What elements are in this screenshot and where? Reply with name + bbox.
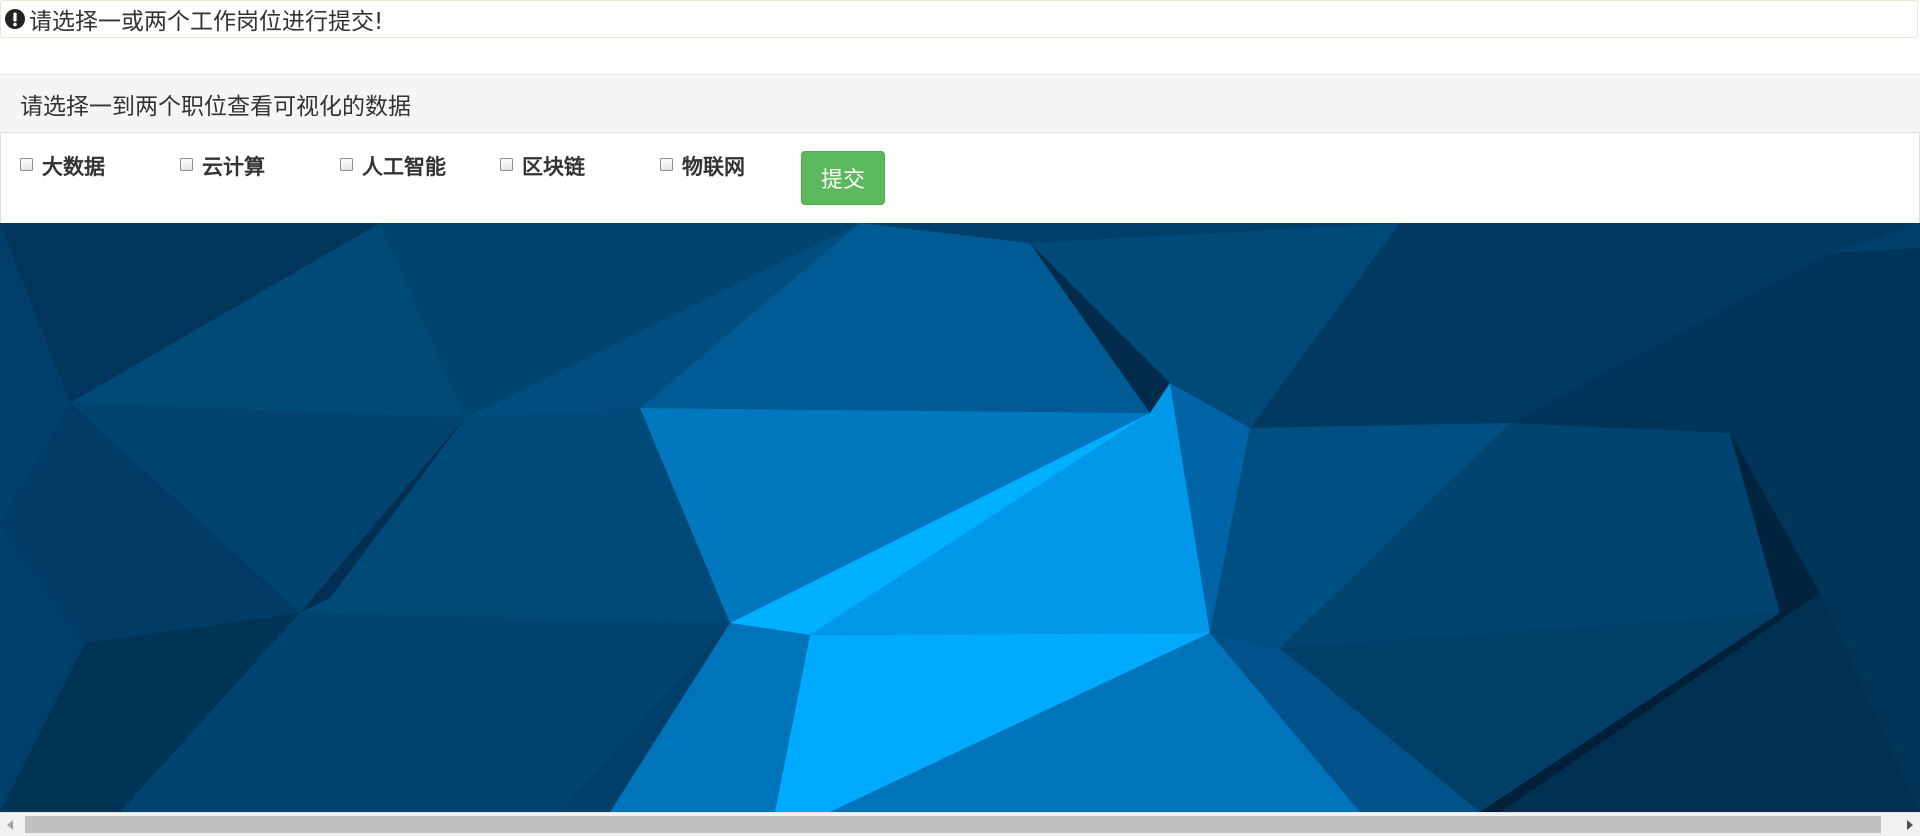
option-label: 区块链: [522, 155, 585, 179]
option-label: 人工智能: [362, 155, 446, 179]
option-iot[interactable]: 物联网: [660, 151, 745, 181]
checkbox-blockchain[interactable]: [500, 158, 513, 171]
scrollbar-thumb[interactable]: [25, 816, 1881, 833]
checkbox-big-data[interactable]: [20, 158, 33, 171]
job-selection-form: 大数据 云计算 人工智能 区块链 物联网 提交: [0, 133, 1920, 223]
option-big-data[interactable]: 大数据: [20, 151, 105, 181]
exclamation-circle-icon: [4, 8, 26, 30]
horizontal-scrollbar[interactable]: [0, 812, 1920, 836]
option-ai[interactable]: 人工智能: [340, 151, 446, 181]
warning-alert: 请选择一或两个工作岗位进行提交!: [0, 0, 1918, 38]
checkbox-iot[interactable]: [660, 158, 673, 171]
option-label: 云计算: [202, 155, 265, 179]
scroll-right-icon[interactable]: [1907, 820, 1913, 830]
option-cloud-computing[interactable]: 云计算: [180, 151, 265, 181]
checkbox-cloud-computing[interactable]: [180, 158, 193, 171]
alert-message: 请选择一或两个工作岗位进行提交!: [29, 9, 384, 35]
option-blockchain[interactable]: 区块链: [500, 151, 585, 181]
checkbox-ai[interactable]: [340, 158, 353, 171]
scroll-left-icon[interactable]: [7, 820, 13, 830]
panel-title: 请选择一到两个职位查看可视化的数据: [20, 93, 411, 120]
panel-heading: 请选择一到两个职位查看可视化的数据: [0, 74, 1920, 133]
option-label: 大数据: [42, 155, 105, 179]
option-label: 物联网: [682, 155, 745, 179]
submit-button[interactable]: 提交: [801, 151, 885, 205]
low-poly-background: [0, 223, 1920, 812]
